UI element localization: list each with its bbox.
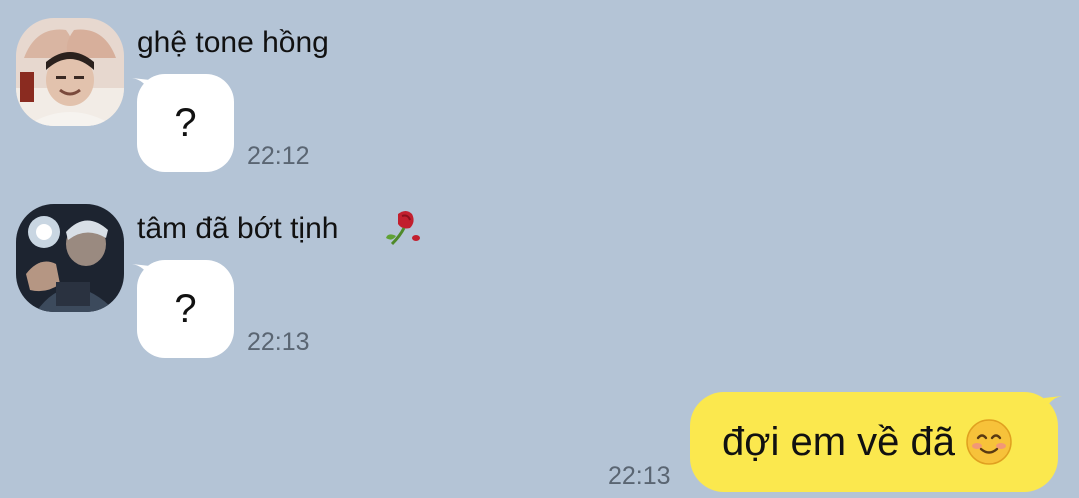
message-timestamp: 22:12 (247, 142, 310, 170)
bubble-tail (132, 78, 150, 92)
person-avatar-icon (16, 18, 124, 126)
sender-name: ghệ tone hồng (137, 26, 329, 59)
message-text: đợi em về đã (722, 419, 956, 464)
message-text: ? (174, 100, 197, 145)
avatar[interactable] (16, 18, 124, 126)
person-avatar-icon (16, 204, 124, 312)
message-bubble[interactable]: đợi em về đã (690, 392, 1058, 492)
message-timestamp: 22:13 (608, 462, 671, 490)
wilted-rose-icon (386, 211, 420, 246)
bubble-tail (1044, 396, 1062, 412)
message-timestamp: 22:13 (247, 328, 310, 356)
bubble-tail (132, 264, 150, 278)
avatar[interactable] (16, 204, 124, 312)
smiling-face-icon (966, 419, 1012, 465)
message-text: ? (174, 286, 197, 331)
sender-name: tâm đã bớt tịnh (137, 212, 339, 245)
